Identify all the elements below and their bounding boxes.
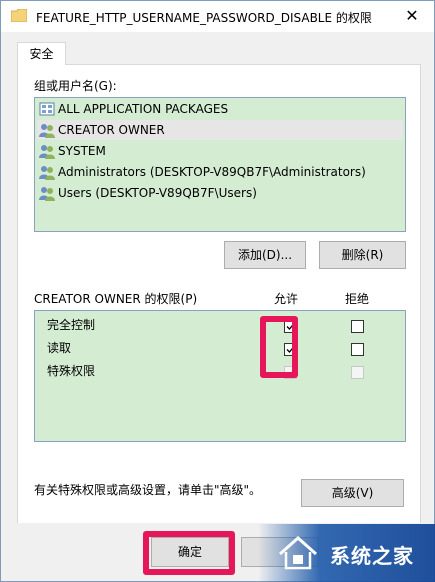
tab-security-label: 安全 (29, 47, 54, 61)
tab-security[interactable]: 安全 (17, 42, 66, 65)
list-item-creator-owner[interactable]: CREATOR OWNER (37, 120, 403, 140)
dialog-body: 安全 组或用户名(G): ALL APPLICATION PACKAGES CR… (1, 32, 434, 581)
permissions-dialog: FEATURE_HTTP_USERNAME_PASSWORD_DISABLE 的… (0, 0, 435, 582)
advanced-button[interactable]: 高级(V) (301, 479, 404, 507)
watermark-text: 系统之家 (330, 544, 414, 568)
perm-label: 读取 (47, 341, 72, 355)
list-item-administrators[interactable]: Administrators (DESKTOP-V89QB7F\Administ… (37, 162, 403, 182)
list-item-label: CREATOR OWNER (58, 123, 165, 137)
folder-icon (11, 9, 27, 22)
window-title: FEATURE_HTTP_USERNAME_PASSWORD_DISABLE 的… (36, 11, 372, 25)
groups-list[interactable]: ALL APPLICATION PACKAGES CREATOR OWNER S… (34, 97, 406, 232)
perm-label: 完全控制 (47, 318, 96, 332)
deny-full-control-checkbox[interactable] (351, 320, 364, 333)
users-icon (39, 124, 55, 138)
users-icon (39, 187, 55, 201)
permissions-label: CREATOR OWNER 的权限(P) (34, 292, 198, 306)
users-icon (39, 145, 55, 159)
deny-read-checkbox[interactable] (351, 343, 364, 356)
site-watermark: 系统之家 (258, 524, 435, 582)
list-item-label: ALL APPLICATION PACKAGES (58, 102, 229, 116)
allow-checkbox-highlight (260, 316, 298, 378)
advanced-hint: 有关特殊权限或高级设置，请单击"高级"。 (34, 483, 262, 497)
list-item-label: Administrators (DESKTOP-V89QB7F\Administ… (58, 165, 366, 179)
list-item-system[interactable]: SYSTEM (37, 141, 403, 161)
users-icon (39, 166, 55, 180)
list-item-label: SYSTEM (58, 144, 106, 158)
perm-row-full-control: 完全控制 (47, 315, 95, 335)
list-item-all-application-packages[interactable]: ALL APPLICATION PACKAGES (37, 99, 403, 119)
title-bar: FEATURE_HTTP_USERNAME_PASSWORD_DISABLE 的… (1, 1, 434, 32)
permissions-list: 完全控制 读取 特殊权限 (34, 310, 406, 442)
deny-header: 拒绝 (345, 292, 370, 306)
perm-row-read: 读取 (47, 338, 71, 358)
list-item-users[interactable]: Users (DESKTOP-V89QB7F\Users) (37, 183, 403, 203)
ok-button-highlight (143, 531, 235, 575)
perm-row-special: 特殊权限 (47, 361, 95, 381)
close-button[interactable]: ✕ (390, 1, 434, 32)
add-button[interactable]: 添加(D)... (224, 241, 306, 269)
allow-header: 允许 (274, 292, 299, 306)
house-logo-icon (279, 535, 317, 570)
perm-label: 特殊权限 (47, 364, 96, 378)
close-icon: ✕ (405, 6, 419, 25)
remove-button[interactable]: 删除(R) (319, 241, 406, 269)
groups-label: 组或用户名(G): (34, 79, 117, 93)
list-item-label: Users (DESKTOP-V89QB7F\Users) (58, 186, 257, 200)
packages-icon (39, 102, 55, 116)
deny-special-checkbox (351, 366, 364, 379)
security-tab-panel: 组或用户名(G): ALL APPLICATION PACKAGES CREAT… (17, 64, 421, 525)
